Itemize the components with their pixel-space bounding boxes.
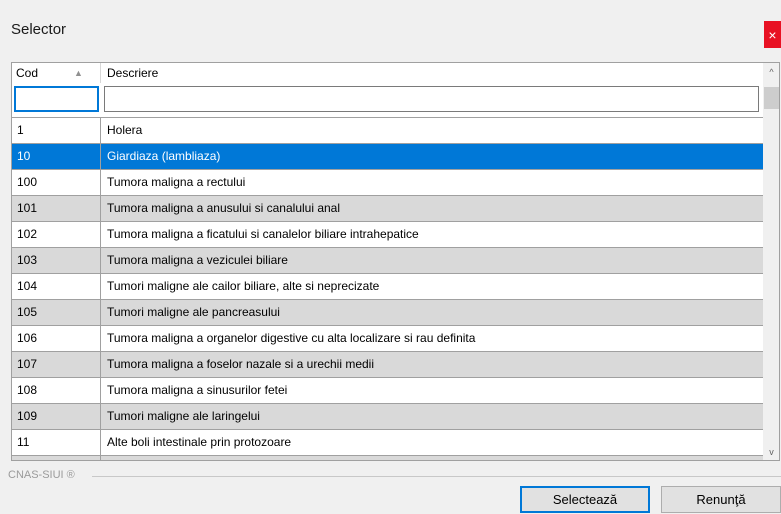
cod-cell: 107 <box>12 352 101 377</box>
column-header-cod[interactable]: Cod ▲ <box>12 63 101 83</box>
descriere-cell: Tumora maligna a foselor nazale si a ure… <box>107 357 375 371</box>
descriere-cell: Giardiaza (lambliaza) <box>107 149 221 163</box>
title-bar: Selector × <box>0 0 781 52</box>
selector-grid: Cod ▲ Descriere 1 Holera 10 Giardiaza (lamb… <box>11 62 780 461</box>
filter-row <box>12 83 763 118</box>
scrollbar-thumb[interactable] <box>764 87 779 109</box>
table-row[interactable]: 104 Tumori maligne ale cailor biliare, al… <box>12 274 763 300</box>
descriere-cell: Tumora maligna a anusului si canalului a… <box>107 201 341 215</box>
descriere-cell: Tumora maligna a organelor digestive cu … <box>107 331 476 345</box>
cod-cell: 11 <box>12 430 101 455</box>
window-title: Selector <box>11 21 67 38</box>
table-row[interactable]: 11 Alte boli intestinale prin protozoare <box>12 430 763 456</box>
descriere-cell: Tumora maligna a ficatului si canalelor … <box>107 227 419 241</box>
cancel-button[interactable]: Renunţă <box>661 486 781 513</box>
cod-cell: 102 <box>12 222 101 247</box>
cod-cell: 103 <box>12 248 101 273</box>
table-row[interactable]: 103 Tumora maligna a veziculei biliare <box>12 248 763 274</box>
grid-rows: 1 Holera 10 Giardiaza (lambliaza) 100 Tumora … <box>12 118 763 460</box>
descriere-cell: Tumora maligna a veziculei biliare <box>107 253 288 267</box>
cod-cell: 109 <box>12 404 101 429</box>
table-row[interactable]: 107 Tumora maligna a foselor nazale si a … <box>12 352 763 378</box>
descriere-cell: Tumora maligna a traheei <box>101 456 763 460</box>
vertical-scrollbar[interactable]: ^ v <box>763 63 779 460</box>
descriere-cell: Tumori maligne ale cailor biliare, alte … <box>107 279 380 293</box>
table-row[interactable]: 110Tumora maligna a traheei <box>12 456 763 460</box>
cod-cell: 100 <box>12 170 101 195</box>
descriere-cell: Tumora maligna a rectului <box>107 175 246 189</box>
descriere-cell: Tumori maligne ale pancreasului <box>107 305 280 319</box>
grid-header: Cod ▲ Descriere <box>12 63 763 84</box>
descriere-cell: Holera <box>107 123 143 137</box>
column-header-descriere[interactable]: Descriere <box>101 63 763 83</box>
table-row[interactable]: 106 Tumora maligna a organelor digestive … <box>12 326 763 352</box>
table-row[interactable]: 101 Tumora maligna a anusului si canalulu… <box>12 196 763 222</box>
cod-cell: 101 <box>12 196 101 221</box>
table-row[interactable]: 102 Tumora maligna a ficatului si canalel… <box>12 222 763 248</box>
scroll-down-icon[interactable]: v <box>763 443 779 460</box>
scroll-up-icon[interactable]: ^ <box>763 63 779 80</box>
cod-cell: 110 <box>12 456 101 460</box>
column-header-descriere-label: Descriere <box>107 66 159 80</box>
footer-divider <box>92 476 781 477</box>
descriere-filter-input[interactable] <box>104 86 759 112</box>
descriere-cell: Tumori maligne ale laringelui <box>107 409 260 423</box>
cod-cell: 106 <box>12 326 101 351</box>
cod-cell: 104 <box>12 274 101 299</box>
cod-cell: 1 <box>12 118 101 143</box>
descriere-cell: Tumora maligna a sinusurilor fetei <box>107 383 288 397</box>
table-row[interactable]: 1 Holera <box>12 118 763 144</box>
cod-cell: 108 <box>12 378 101 403</box>
column-header-cod-label: Cod <box>16 66 39 80</box>
sort-ascending-icon: ▲ <box>74 68 83 78</box>
table-row[interactable]: 100 Tumora maligna a rectului <box>12 170 763 196</box>
cod-cell: 10 <box>12 144 101 169</box>
table-row[interactable]: 10 Giardiaza (lambliaza) <box>12 144 763 170</box>
cod-cell: 105 <box>12 300 101 325</box>
table-row[interactable]: 108 Tumora maligna a sinusurilor fetei <box>12 378 763 404</box>
brand-label: CNAS-SIUI ® <box>8 469 75 481</box>
descriere-cell: Alte boli intestinale prin protozoare <box>107 435 292 449</box>
close-button[interactable]: × <box>764 21 781 48</box>
close-icon: × <box>768 26 777 43</box>
table-row[interactable]: 105 Tumori maligne ale pancreasului <box>12 300 763 326</box>
select-button[interactable]: Selectează <box>520 486 650 513</box>
cod-filter-input[interactable] <box>14 86 99 112</box>
table-row[interactable]: 109 Tumori maligne ale laringelui <box>12 404 763 430</box>
